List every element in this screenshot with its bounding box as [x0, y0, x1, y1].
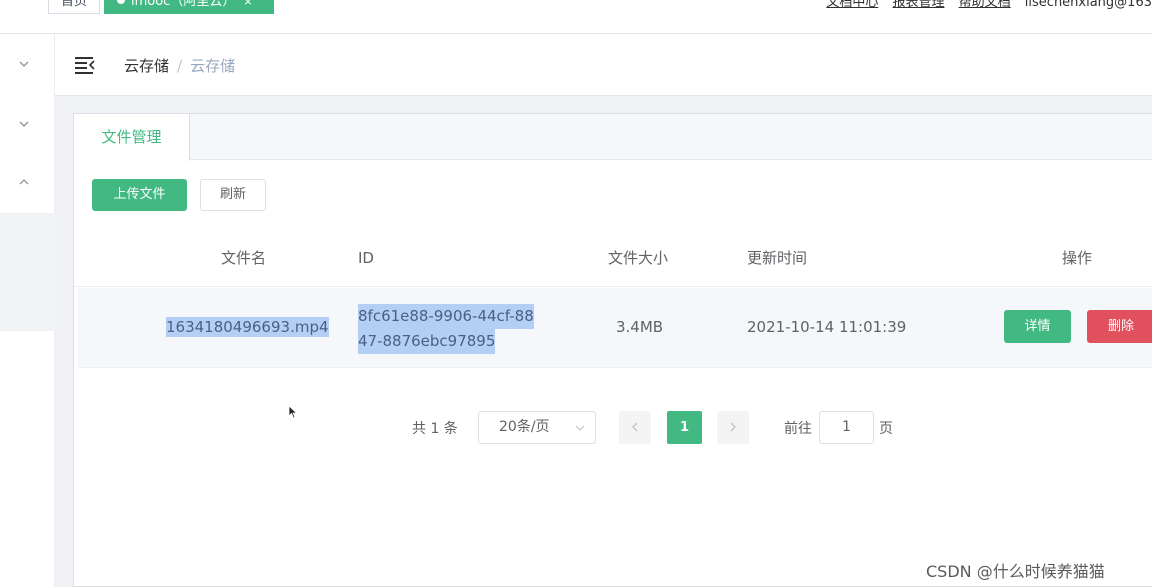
goto-label: 前往: [784, 421, 812, 437]
cell-file-id-line1: 8fc61e88-9906-44cf-88: [358, 304, 534, 329]
pagination: 共 1 条 20条/页 1 前往 1 页: [74, 411, 1152, 445]
page-number-current[interactable]: 1: [667, 411, 702, 444]
cell-file-id: 8fc61e88-9906-44cf-88 47-8876ebc97895: [358, 304, 534, 354]
tab-file-management[interactable]: 文件管理: [74, 114, 190, 161]
link-reports[interactable]: 报表管理: [892, 0, 944, 10]
cell-file-name: 1634180496693.mp4: [166, 317, 329, 337]
column-header-updated: 更新时间: [747, 249, 808, 267]
cell-file-size: 3.4MB: [616, 318, 664, 336]
page-suffix: 页: [879, 421, 893, 437]
sidebar: [0, 34, 55, 587]
pagination-total: 共 1 条: [412, 421, 458, 437]
user-account[interactable]: lisechenxiang@163: [1025, 0, 1152, 10]
chevron-down-icon[interactable]: [18, 118, 30, 130]
prev-page-button[interactable]: [619, 411, 651, 444]
sidebar-active-item[interactable]: [0, 213, 55, 331]
table-row[interactable]: 1634180496693.mp4 8fc61e88-9906-44cf-88 …: [78, 288, 1152, 368]
link-help[interactable]: 帮助文档: [959, 0, 1011, 10]
main-content: 文件管理 上传文件 刷新 文件名 ID 文件大小 更新时间 操作 1634180…: [55, 96, 1152, 587]
breadcrumb-separator: /: [177, 57, 183, 75]
menu-collapse-icon[interactable]: [75, 56, 95, 74]
active-dot-icon: [117, 0, 125, 4]
breadcrumb-root[interactable]: 云存储: [124, 57, 169, 75]
link-docs[interactable]: 文档中心: [826, 0, 878, 10]
close-icon[interactable]: ×: [243, 0, 252, 8]
breadcrumb: 云存储 / 云存储: [124, 55, 235, 76]
chevron-up-icon[interactable]: [18, 176, 30, 188]
page-size-value: 20条/页: [499, 419, 550, 435]
tag-home[interactable]: 首页: [48, 0, 100, 14]
column-header-name: 文件名: [221, 249, 267, 267]
page-size-select[interactable]: 20条/页: [478, 411, 596, 444]
top-tag-bar: 首页 imooc（阿里云） × 文档中心 报表管理 帮助文档 lisechenxi…: [0, 0, 1152, 34]
chevron-down-icon: [575, 425, 585, 431]
refresh-button[interactable]: 刷新: [200, 179, 266, 211]
next-page-button[interactable]: [717, 411, 749, 444]
column-header-id: ID: [358, 249, 374, 267]
goto-page-input[interactable]: 1: [819, 411, 874, 444]
detail-button[interactable]: 详情: [1004, 310, 1071, 343]
mouse-cursor-icon: [288, 405, 298, 419]
top-links: 文档中心 报表管理 帮助文档 lisechenxiang@163: [816, 0, 1152, 10]
cell-file-id-line2: 47-8876ebc97895: [358, 329, 496, 354]
column-header-size: 文件大小: [608, 249, 669, 267]
table-header: 文件名 ID 文件大小 更新时间 操作: [74, 230, 1152, 287]
upload-file-button[interactable]: 上传文件: [92, 179, 187, 211]
tab-card: 文件管理 上传文件 刷新 文件名 ID 文件大小 更新时间 操作 1634180…: [73, 113, 1152, 587]
cell-updated-time: 2021-10-14 11:01:39: [747, 318, 907, 336]
chevron-right-icon: [730, 422, 736, 432]
tab-bar: 文件管理: [74, 114, 1152, 161]
column-header-actions: 操作: [1062, 249, 1093, 267]
tag-active[interactable]: imooc（阿里云） ×: [104, 0, 274, 14]
chevron-down-icon[interactable]: [18, 58, 30, 70]
page-header: 云存储 / 云存储: [55, 34, 1152, 96]
delete-button[interactable]: 删除: [1087, 310, 1152, 343]
tag-active-label: imooc（阿里云）: [131, 0, 236, 9]
chevron-left-icon: [632, 422, 638, 432]
breadcrumb-current: 云存储: [190, 57, 236, 75]
watermark: CSDN @什么时候养猫猫: [926, 562, 1105, 581]
